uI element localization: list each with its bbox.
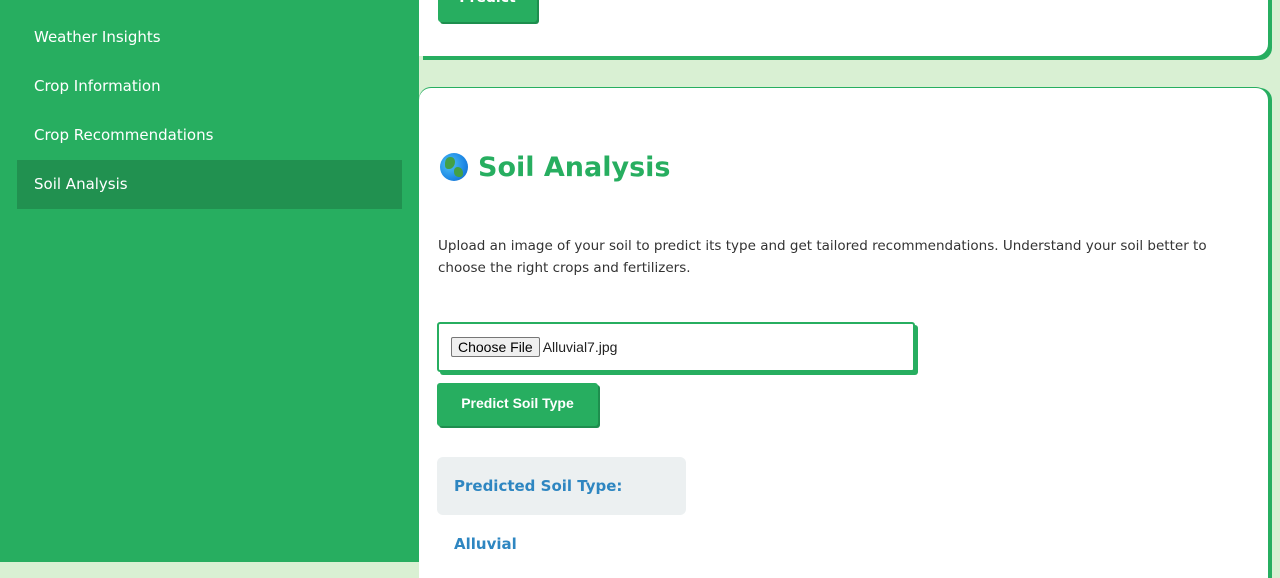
choose-file-button[interactable]: Choose File [451, 337, 540, 357]
soil-analysis-card: Soil Analysis Upload an image of your so… [419, 88, 1268, 578]
sidebar-item-crop-recommendations[interactable]: Crop Recommendations [17, 111, 402, 160]
selected-file-name: Alluvial7.jpg [542, 339, 618, 355]
predict-soil-type-button[interactable]: Predict Soil Type [437, 383, 598, 426]
section-heading: Soil Analysis [440, 149, 671, 185]
predict-button[interactable]: Predict [438, 0, 537, 22]
main-content: Predict Soil Analysis Upload an image of… [419, 0, 1280, 578]
sidebar-item-soil-analysis[interactable]: Soil Analysis [17, 160, 402, 209]
section-title: Soil Analysis [478, 151, 671, 183]
file-upload-field[interactable]: Choose File Alluvial7.jpg [437, 322, 915, 372]
sidebar: Weather Insights Crop Information Crop R… [0, 0, 419, 562]
globe-icon [440, 153, 468, 181]
sidebar-item-weather-insights[interactable]: Weather Insights [17, 13, 402, 62]
previous-card: Predict [419, 0, 1268, 56]
section-description: Upload an image of your soil to predict … [438, 238, 1207, 276]
sidebar-item-crop-information[interactable]: Crop Information [17, 62, 402, 111]
prediction-result: Predicted Soil Type: Alluvial [437, 457, 686, 553]
